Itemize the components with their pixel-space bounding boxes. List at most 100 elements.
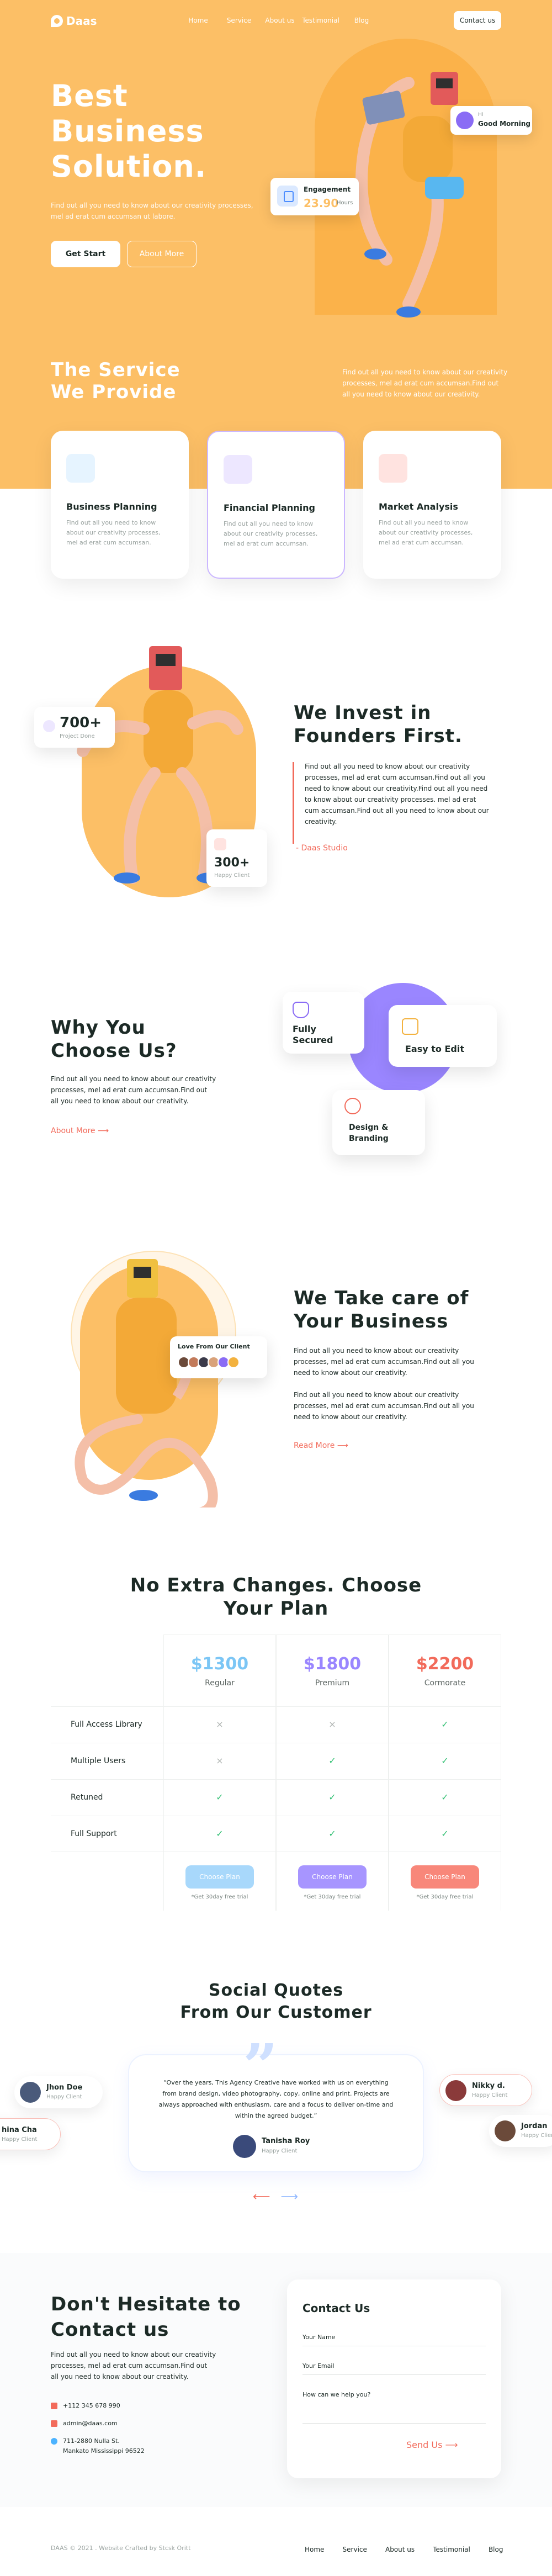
nav-about[interactable]: About us [259, 17, 300, 24]
stat-label: Happy Client [214, 872, 250, 879]
check-icon: ✓ [216, 1828, 224, 1839]
footer-testimonial[interactable]: Testimonial [433, 2546, 470, 2553]
plan-price: $1300 [190, 1654, 249, 1674]
send-button[interactable]: Send Us ⟶ [406, 2440, 458, 2450]
read-more-link[interactable]: Read More ⟶ [294, 1441, 348, 1450]
avatar [456, 112, 474, 129]
client-name: Jordan [521, 2122, 548, 2130]
logo-text: Daas [66, 14, 97, 28]
footer-blog[interactable]: Blog [489, 2546, 503, 2553]
logo-icon [51, 15, 63, 27]
choose-plan-corporate-button[interactable]: Choose Plan [411, 1865, 479, 1889]
hero-title: Best Business Solution. [51, 78, 207, 184]
stat-value: 700+ [60, 715, 102, 731]
service-card-business[interactable]: Business Planning Find out all you need … [51, 431, 189, 579]
trial-note: *Get 30day free trial [191, 1894, 248, 1900]
get-start-button[interactable]: Get Start [51, 241, 120, 267]
service-text: Find out all you need to know about our … [224, 520, 318, 547]
nav-home[interactable]: Home [178, 17, 219, 24]
daas-studio-link[interactable]: - Daas Studio [296, 844, 348, 853]
divider [302, 2423, 486, 2424]
bulb-icon [43, 720, 55, 732]
phone-icon [51, 2403, 57, 2409]
copyright: DAAS © 2021 . Website Crafted by Stcsk O… [51, 2545, 191, 2552]
client-name: Nikky d. [472, 2082, 505, 2090]
arrow-right-icon: ⟶ [337, 1441, 348, 1450]
client-role: Happy Client [46, 2094, 82, 2100]
greeting-card: Hi Good Morning [450, 106, 532, 135]
footer-about[interactable]: About us [385, 2546, 415, 2553]
service-title: The Service We Provide [51, 359, 181, 403]
projects-stat-card: 700+ Project Done [34, 707, 115, 748]
client-chip[interactable]: Nikky d. Happy Client [439, 2074, 532, 2106]
service-card-financial[interactable]: Financial Planning Find out all you need… [207, 431, 345, 579]
social-title: Social Quotes From Our Customer [180, 1981, 372, 2022]
pricing-table: $1300 Regular $1800 Premium $2200 Cormor… [51, 1635, 501, 1911]
author-role: Happy Client [262, 2148, 298, 2154]
arrow-right-icon[interactable]: ⟶ [281, 2190, 299, 2204]
contact-form: Contact Us Your Name Your Email How can … [287, 2279, 501, 2478]
engagement-value: 23.90 [304, 197, 339, 210]
avatar [233, 2135, 256, 2158]
client-chip[interactable]: Jordan Happy Client [489, 2115, 552, 2147]
email-item[interactable]: admin@daas.com [51, 2419, 118, 2429]
table-row: Retuned ✓ ✓ ✓ [51, 1779, 501, 1816]
form-title: Contact Us [302, 2302, 370, 2315]
divider [302, 2374, 486, 2375]
target-icon [379, 454, 407, 483]
name-field[interactable]: Your Name [302, 2334, 335, 2341]
care-illustration [75, 1259, 218, 1507]
footer-home[interactable]: Home [305, 2546, 324, 2553]
check-icon: ✓ [328, 1792, 336, 1802]
care-text-1: Find out all you need to know about our … [294, 1347, 474, 1377]
message-field[interactable]: How can we help you? [302, 2391, 370, 2398]
choose-plan-premium-button[interactable]: Choose Plan [298, 1865, 367, 1889]
nav-testimonial[interactable]: Testimonial [300, 17, 341, 24]
hero-illustration [355, 72, 464, 318]
footer-service[interactable]: Service [343, 2546, 367, 2553]
arrow-left-icon[interactable]: ⟵ [253, 2190, 270, 2204]
check-icon: ✓ [441, 1828, 449, 1839]
choose-plan-regular-button[interactable]: Choose Plan [185, 1865, 254, 1889]
check-icon: ✓ [216, 1792, 224, 1802]
nav-blog[interactable]: Blog [341, 17, 382, 24]
feature-design-branding[interactable]: Design & Branding [332, 1090, 425, 1155]
cross-icon: × [328, 1719, 336, 1729]
engagement-card: Engagement 23.90 Hours [270, 178, 359, 215]
service-name: Market Analysis [379, 501, 458, 512]
avatar [495, 2120, 516, 2141]
nav-menu: Home Service About us Testimonial Blog [178, 17, 382, 24]
stat-value: 300+ [214, 856, 250, 870]
feature-label: Retuned [71, 1793, 103, 1802]
feature-secured[interactable]: Fully Secured [283, 992, 364, 1054]
feature-title: Design & Branding [349, 1123, 389, 1143]
client-role: Happy Client [521, 2133, 552, 2139]
avatar [227, 1356, 240, 1368]
service-name: Business Planning [66, 501, 157, 512]
client-chip[interactable]: Jhon Doe Happy Client [14, 2076, 103, 2108]
location-icon [51, 2438, 57, 2445]
client-role: Happy Client [2, 2136, 38, 2143]
nav-service[interactable]: Service [219, 17, 259, 24]
plan-name: Premium [315, 1679, 350, 1688]
email-field[interactable]: Your Email [302, 2362, 335, 2369]
logo[interactable]: Daas [51, 14, 97, 28]
phone-item[interactable]: +112 345 678 990 [51, 2401, 120, 2411]
service-description: Find out all you need to know about our … [342, 368, 508, 398]
client-chip[interactable]: hina Cha Happy Client [0, 2118, 61, 2150]
feature-easy-edit[interactable]: Easy to Edit [389, 1005, 497, 1067]
hero-description: Find out all you need to know about our … [51, 202, 253, 220]
contact-us-button[interactable]: Contact us [454, 11, 501, 30]
cross-icon: × [216, 1719, 224, 1729]
about-more-link[interactable]: About More ⟶ [51, 1126, 109, 1135]
service-name: Financial Planning [224, 502, 315, 513]
invest-title: We Invest in Founders First. [294, 702, 463, 747]
why-text: Find out all you need to know about our … [51, 1075, 216, 1105]
feature-label: Full Support [71, 1829, 117, 1838]
arrow-right-icon: ⟶ [98, 1126, 109, 1135]
stat-label: Project Done [60, 733, 95, 739]
about-more-button[interactable]: About More [127, 241, 197, 267]
service-card-market[interactable]: Market Analysis Find out all you need to… [363, 431, 501, 579]
avatar [445, 2080, 466, 2101]
clients-stat-card: 300+ Happy Client [206, 829, 267, 887]
